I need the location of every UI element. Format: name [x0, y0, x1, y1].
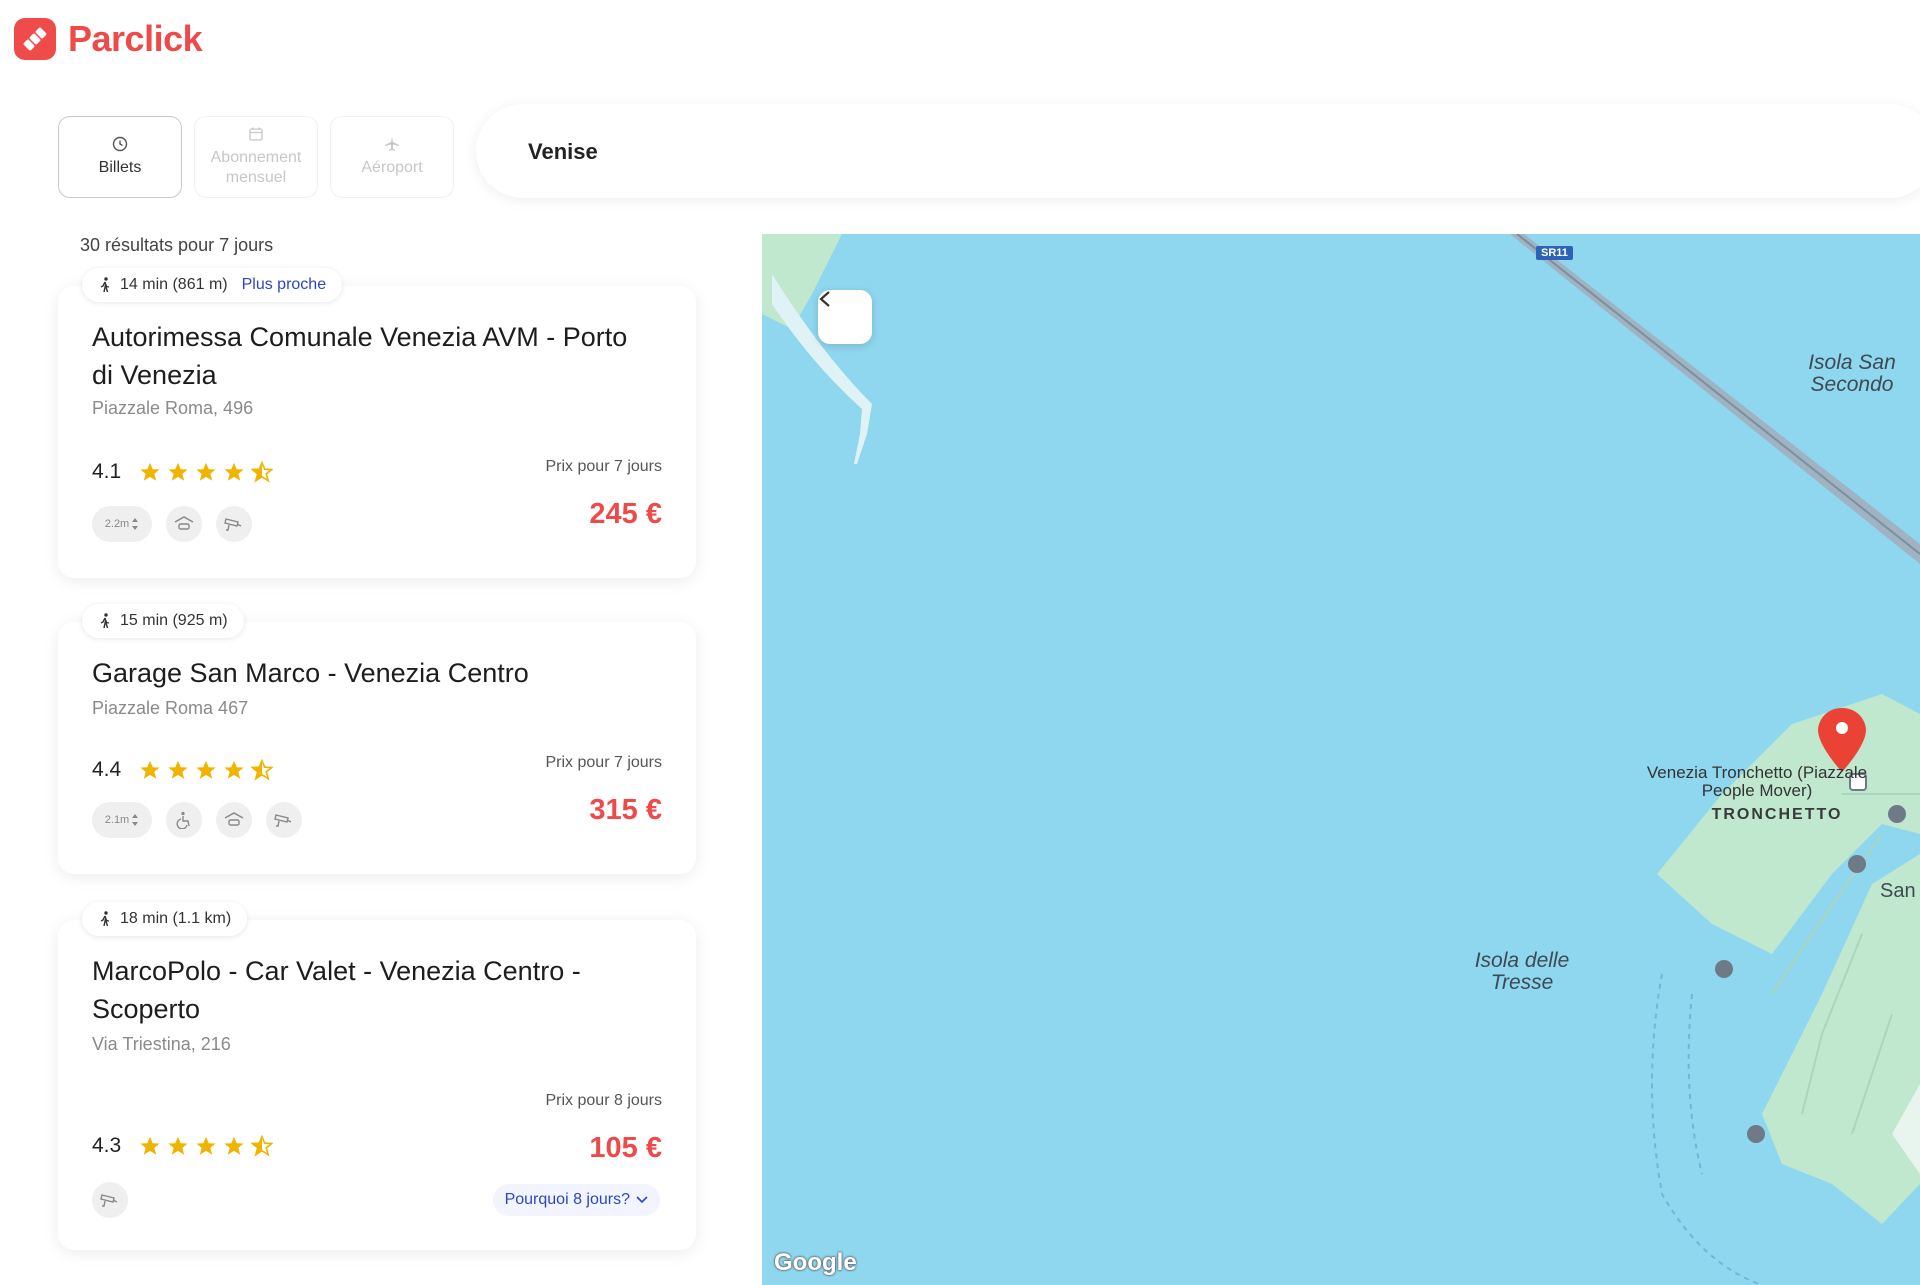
results-summary: 30 résultats pour 7 jours — [80, 235, 274, 255]
tab-billets[interactable]: Billets — [58, 116, 182, 198]
star-icon — [168, 760, 188, 779]
map-canvas — [762, 234, 1920, 1285]
price: 105 € — [589, 1132, 662, 1164]
parclick-logo[interactable]: Parclick — [14, 18, 203, 60]
chevron-left-icon — [819, 291, 830, 307]
amenities: 2.1m — [92, 802, 302, 838]
star-icon — [224, 1136, 244, 1155]
star-icon — [140, 462, 160, 481]
search-bar[interactable] — [476, 104, 1920, 200]
parking-card[interactable]: 14 min (861 m) Plus proche Autorimessa C… — [58, 268, 696, 578]
price-period-label: Prix pour 7 jours — [545, 754, 663, 771]
star-icon — [140, 760, 160, 779]
parking-address: Piazzale Roma, 496 — [92, 398, 254, 418]
covered-garage-icon — [224, 812, 244, 826]
rating: 4.3 — [92, 1134, 274, 1158]
star-icon — [224, 462, 244, 481]
covered-garage-icon — [174, 516, 194, 530]
road-shield: SR11 — [1536, 246, 1573, 260]
parking-card[interactable]: 18 min (1.1 km) MarcoPolo - Car Valet - … — [58, 902, 696, 1250]
rating: 4.4 — [92, 758, 274, 782]
walking-person-icon — [100, 277, 110, 293]
height-limit-value: 2.1m — [104, 814, 130, 826]
map-label-san-secondo: Isola San Secondo — [1808, 351, 1896, 396]
rating-value: 4.3 — [92, 1134, 122, 1157]
rating-value: 4.4 — [92, 758, 122, 781]
height-limit-chip: 2.2m — [92, 506, 152, 542]
parking-address: Via Triestina, 216 — [92, 1034, 231, 1054]
price-period-label: Prix pour 7 jours — [545, 458, 663, 475]
covered-parking-chip — [216, 802, 252, 838]
walking-distance-badge: 15 min (925 m) — [82, 604, 244, 638]
why-label: Pourquoi 8 jours? — [504, 1191, 630, 1208]
tab-label: Aéroport — [361, 159, 423, 176]
walking-distance-badge: 14 min (861 m) Plus proche — [82, 268, 343, 302]
walking-person-icon — [100, 911, 110, 927]
chevron-down-icon — [636, 1196, 648, 1204]
star-icon — [196, 760, 216, 779]
wheelchair-icon — [176, 811, 190, 829]
rating: 4.1 — [92, 460, 274, 484]
walking-distance-badge: 18 min (1.1 km) — [82, 902, 248, 936]
map-label-san: San — [1880, 880, 1916, 902]
map-label-isola-delle-tresse: Isola delle Tresse — [1474, 949, 1570, 994]
height-arrows-icon — [132, 814, 139, 826]
cctv-chip — [216, 506, 252, 542]
amenities: 2.2m — [92, 506, 252, 542]
why-8-days-button[interactable]: Pourquoi 8 jours? — [492, 1184, 660, 1216]
security-camera-icon — [224, 518, 242, 531]
parking-name[interactable]: Autorimessa Comunale Venezia AVM - Porto… — [92, 318, 652, 394]
half-star-icon — [251, 461, 274, 483]
parking-name[interactable]: Garage San Marco - Venezia Centro — [92, 654, 652, 692]
parking-name[interactable]: MarcoPolo - Car Valet - Venezia Centro -… — [92, 952, 652, 1028]
google-attribution: Google — [774, 1249, 857, 1276]
height-arrows-icon — [132, 518, 139, 530]
star-icon — [196, 1136, 216, 1155]
parking-card[interactable]: 15 min (925 m) Garage San Marco - Venezi… — [58, 604, 696, 874]
closest-tag: Plus proche — [241, 276, 327, 293]
star-icon — [168, 462, 188, 481]
plane-icon — [385, 137, 399, 151]
amenities — [92, 1182, 128, 1218]
walking-time: 14 min (861 m) — [120, 276, 228, 293]
tab-abonnement-mensuel[interactable]: Abonnement mensuel — [194, 116, 318, 198]
tab-label: Abonnement mensuel — [210, 149, 302, 186]
accessible-parking-chip — [166, 802, 202, 838]
security-camera-icon — [100, 1194, 118, 1207]
star-icon — [196, 462, 216, 481]
brand-name: Parclick — [68, 18, 203, 59]
tab-aeroport[interactable]: Aéroport — [330, 116, 454, 198]
collapse-map-button[interactable] — [818, 290, 872, 344]
covered-parking-chip — [166, 506, 202, 542]
height-limit-value: 2.2m — [104, 518, 130, 530]
map[interactable]: SR11 Isola San Secondo Isola delle Tress… — [762, 234, 1920, 1285]
star-icon — [168, 1136, 188, 1155]
tab-label: Billets — [98, 159, 142, 176]
walking-time: 15 min (925 m) — [120, 612, 228, 629]
price: 315 € — [589, 794, 662, 826]
map-label-tronchetto-station: Venezia Tronchetto (Piazzale People Move… — [1646, 763, 1868, 800]
walking-person-icon — [100, 613, 110, 629]
half-star-icon — [251, 1135, 274, 1157]
map-label-tronchetto: TRONCHETTO — [1711, 806, 1843, 823]
half-star-icon — [251, 759, 274, 781]
cctv-chip — [92, 1182, 128, 1218]
destination-input[interactable] — [526, 104, 1430, 200]
walking-time: 18 min (1.1 km) — [120, 910, 232, 927]
clock-icon — [112, 136, 128, 152]
calendar-icon — [249, 127, 263, 141]
star-icon — [140, 1136, 160, 1155]
parking-address: Piazzale Roma 467 — [92, 698, 249, 718]
star-icon — [224, 760, 244, 779]
height-limit-chip: 2.1m — [92, 802, 152, 838]
security-camera-icon — [274, 814, 292, 827]
price: 245 € — [589, 498, 662, 530]
price-period-label: Prix pour 8 jours — [545, 1092, 663, 1109]
cctv-chip — [266, 802, 302, 838]
parclick-logo-icon — [14, 18, 56, 60]
rating-value: 4.1 — [92, 460, 122, 483]
